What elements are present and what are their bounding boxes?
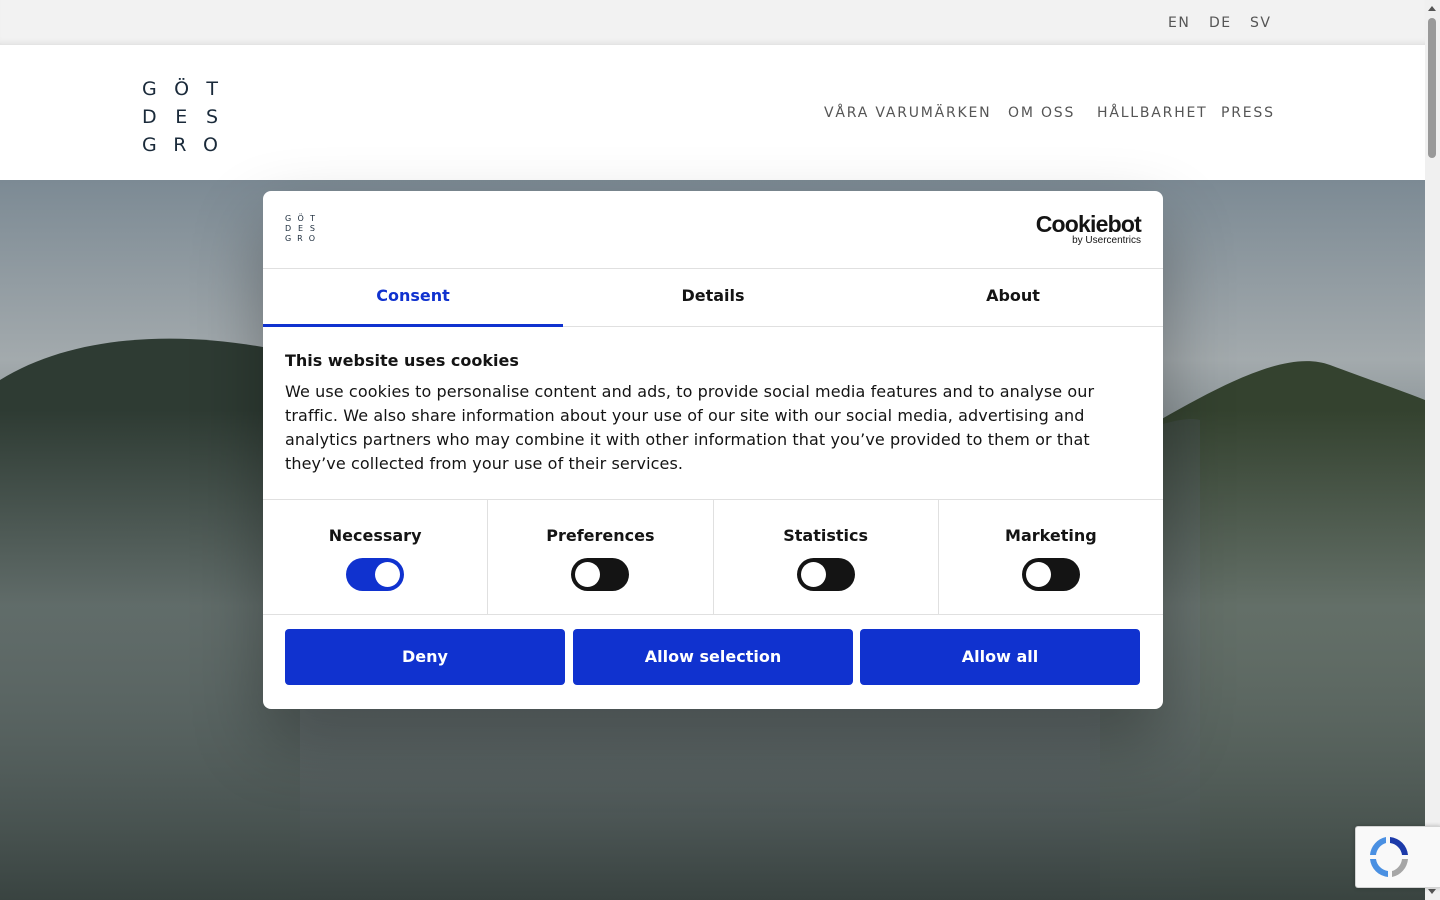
statistics-toggle[interactable] (796, 558, 855, 591)
cookiebot-logo[interactable]: Cookiebot by Usercentrics (1035, 211, 1142, 246)
deny-button[interactable]: Deny (285, 629, 565, 685)
nav-brands[interactable]: VÅRA VARUMÄRKEN (824, 105, 991, 121)
nav-about[interactable]: OM OSS (1008, 105, 1075, 121)
dialog-header: GÖT DES GRO Cookiebot by Usercentrics (263, 191, 1163, 269)
marketing-toggle[interactable] (1021, 558, 1080, 591)
language-bar: EN DE SV (0, 0, 1425, 45)
lang-en-link[interactable]: EN (1168, 15, 1190, 31)
toggle-preferences-label: Preferences (546, 526, 655, 545)
necessary-toggle[interactable] (346, 558, 405, 591)
tab-about[interactable]: About (863, 269, 1163, 326)
toggle-knob (800, 562, 826, 587)
dialog-title: This website uses cookies (285, 351, 519, 370)
tab-details[interactable]: Details (563, 269, 863, 326)
toggle-knob (1025, 562, 1051, 587)
dialog-tabs: Consent Details About (263, 269, 1163, 327)
toggle-knob (375, 562, 401, 587)
allow-selection-button[interactable]: Allow selection (573, 629, 853, 685)
recaptcha-icon (1370, 837, 1408, 877)
lang-de-link[interactable]: DE (1209, 15, 1232, 31)
nav-press[interactable]: PRESS (1221, 105, 1275, 121)
cookiebot-sub: by Usercentrics (1072, 235, 1141, 246)
toggle-marketing-label: Marketing (1005, 526, 1097, 545)
nav-sustainability[interactable]: HÅLLBARHET (1097, 105, 1208, 121)
preferences-toggle[interactable] (571, 558, 630, 591)
lang-sv-link[interactable]: SV (1250, 15, 1271, 31)
toggle-knob (575, 562, 601, 587)
page-scrollbar[interactable] (1425, 0, 1440, 900)
dialog-buttons: Deny Allow selection Allow all (285, 629, 1141, 685)
toggle-necessary-label: Necessary (328, 526, 422, 545)
scroll-up-icon[interactable] (1428, 6, 1436, 11)
allow-all-button[interactable]: Allow all (860, 629, 1140, 685)
scrollbar-thumb[interactable] (1428, 18, 1436, 158)
cookie-consent-dialog: GÖT DES GRO Cookiebot by Usercentrics Co… (263, 191, 1163, 709)
site-header: GÖT DES GRO VÅRA VARUMÄRKEN OM OSS HÅLLB… (0, 45, 1425, 180)
tab-consent[interactable]: Consent (263, 269, 563, 327)
toggle-marketing-cell: Marketing (939, 500, 1163, 614)
toggle-statistics-cell: Statistics (714, 500, 939, 614)
scroll-down-icon[interactable] (1428, 889, 1436, 894)
toggle-preferences-cell: Preferences (488, 500, 714, 614)
toggle-necessary-cell: Necessary (263, 500, 489, 614)
dialog-description: We use cookies to personalise content an… (285, 382, 1095, 473)
dialog-site-logo: GÖT DES GRO (285, 214, 315, 243)
consent-toggles: Necessary Preferences Statistics Marketi… (263, 499, 1163, 615)
recaptcha-badge[interactable] (1355, 826, 1440, 888)
cookiebot-brand: Cookiebot (1035, 211, 1142, 237)
site-logo[interactable]: GÖT DES GRO (142, 75, 222, 159)
toggle-statistics-label: Statistics (783, 526, 868, 545)
